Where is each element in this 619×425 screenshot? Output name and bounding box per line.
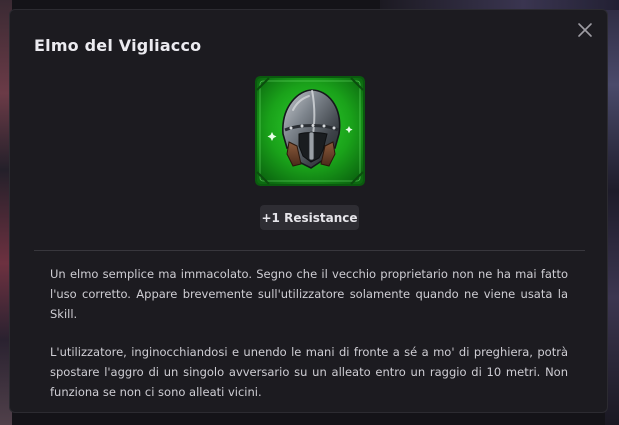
item-detail-modal: Elmo del Vigliacco +1 Resistance Un elmo… <box>9 9 608 413</box>
description-paragraph: L'utilizzatore, inginocchiandosi e unend… <box>50 345 568 399</box>
item-description: Un elmo semplice ma immacolato. Segno ch… <box>50 264 568 402</box>
close-button[interactable] <box>575 20 595 40</box>
section-divider <box>34 250 585 251</box>
knight-helmet-icon <box>255 76 365 186</box>
stat-bonus-badge: +1 Resistance <box>260 205 359 230</box>
close-icon <box>578 23 592 37</box>
item-title: Elmo del Vigliacco <box>34 36 202 55</box>
item-icon-frame <box>255 76 365 186</box>
description-paragraph: Un elmo semplice ma immacolato. Segno ch… <box>50 267 568 321</box>
